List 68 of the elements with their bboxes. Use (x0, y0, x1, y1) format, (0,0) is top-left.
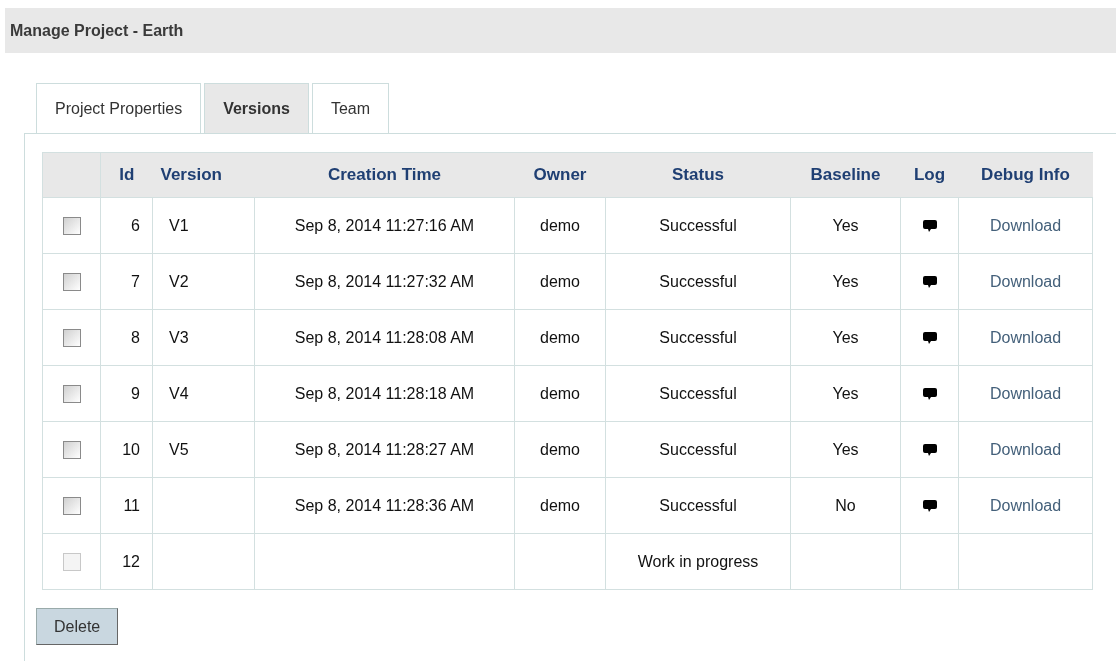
speech-bubble-icon[interactable] (921, 499, 938, 514)
table-cell-text: Work in progress (637, 552, 759, 570)
table-cell-text: demo (540, 440, 580, 458)
download-link[interactable]: Download (989, 384, 1062, 402)
column-header: Status (672, 165, 724, 185)
column-header: Id (119, 165, 135, 185)
table-cell-text: Yes (832, 216, 859, 234)
table-cell-text: Sep 8, 2014 11:28:36 AM (294, 496, 475, 514)
table-cell-text: Yes (832, 328, 859, 346)
table-cell-text: 11 (123, 496, 140, 514)
table-cell-text: 8 (131, 328, 140, 346)
table-cell-text: demo (540, 272, 580, 290)
column-header: Log (913, 165, 946, 185)
table-cell-text: Yes (832, 440, 859, 458)
speech-bubble-icon[interactable] (921, 275, 938, 290)
table-cell-text: Yes (832, 384, 859, 402)
table-cell-text: 7 (131, 272, 140, 290)
column-header: Baseline (810, 165, 881, 185)
table-cell-text: Successful (659, 216, 737, 234)
download-link[interactable]: Download (989, 272, 1062, 290)
row-checkbox[interactable] (62, 441, 81, 460)
table-cell-text: 12 (122, 552, 140, 570)
row-checkbox[interactable] (62, 273, 81, 292)
table-cell-text: Sep 8, 2014 11:28:08 AM (294, 328, 475, 346)
table-cell-text: V4 (169, 384, 189, 402)
row-checkbox[interactable] (62, 497, 81, 516)
download-link[interactable]: Download (989, 496, 1062, 514)
table-cell-text: demo (540, 496, 580, 514)
table-cell-text: demo (540, 328, 580, 346)
table-cell-text: Successful (659, 440, 737, 458)
page-title: Manage Project - Earth (10, 20, 184, 41)
table-cell-text: Successful (659, 496, 737, 514)
table-cell-text: Successful (659, 272, 737, 290)
speech-bubble-icon[interactable] (921, 219, 938, 234)
download-link[interactable]: Download (989, 328, 1062, 346)
table-cell-text: Successful (659, 328, 737, 346)
row-checkbox[interactable] (62, 385, 81, 404)
table-cell-text: demo (540, 216, 580, 234)
row-checkbox[interactable] (62, 329, 81, 348)
column-header: Owner (533, 165, 587, 185)
tab[interactable]: Project Properties (36, 83, 202, 133)
column-header: Version (160, 165, 222, 185)
speech-bubble-icon[interactable] (921, 387, 938, 402)
table-cell-text: V3 (169, 328, 189, 346)
table-cell-text: Successful (659, 384, 737, 402)
download-link[interactable]: Download (989, 216, 1062, 234)
table-cell-text: Sep 8, 2014 11:28:27 AM (294, 440, 475, 458)
table-cell-text: V2 (169, 272, 189, 290)
table-cell-text: demo (540, 384, 580, 402)
table-cell-text: Yes (832, 272, 859, 290)
delete-button[interactable]: Delete (36, 608, 119, 645)
column-header: Debug Info (981, 165, 1070, 185)
speech-bubble-icon[interactable] (921, 331, 938, 346)
tab[interactable]: Versions (204, 83, 309, 133)
speech-bubble-icon[interactable] (921, 443, 938, 458)
column-header: Creation Time (327, 165, 442, 185)
table-cell-text: Sep 8, 2014 11:27:32 AM (294, 272, 475, 290)
tab[interactable]: Team (311, 83, 389, 133)
row-checkbox[interactable] (62, 217, 81, 236)
table-cell-text: 6 (131, 216, 140, 234)
table-cell-text: 10 (122, 440, 140, 458)
download-link[interactable]: Download (989, 440, 1062, 458)
table-cell-text: V1 (169, 216, 189, 234)
table-cell-text: Sep 8, 2014 11:27:16 AM (294, 216, 475, 234)
table-cell-text: Sep 8, 2014 11:28:18 AM (294, 384, 475, 402)
table-cell-text: V5 (169, 440, 189, 458)
table-cell-text: 9 (131, 384, 140, 402)
table-cell-text: No (835, 496, 856, 514)
